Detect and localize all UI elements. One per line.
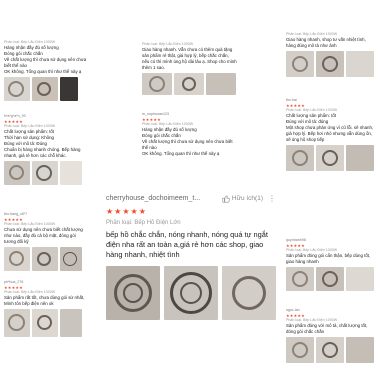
- review-photo[interactable]: [60, 309, 82, 337]
- review-images: [286, 51, 376, 77]
- review-text: Hàng nhận đầy đủ số lượng Đóng gói chắc …: [142, 127, 233, 156]
- helpful-count: Hữu ích(1): [231, 195, 263, 202]
- review-card: Phân loại: Bếp Lẩu Điện 1000W Giao hàng …: [282, 30, 380, 79]
- review-photo[interactable]: [106, 266, 160, 320]
- review-card: m_nuphuoan123 ★★★★★ Phân loại: Bếp Lẩu Đ…: [138, 110, 241, 159]
- review-photo[interactable]: [142, 73, 172, 95]
- review-photo[interactable]: [60, 77, 78, 101]
- review-card: thu.hang_v8*7 ★★★★★ Phân loại: Bếp Lẩu Đ…: [0, 210, 92, 273]
- review-photo[interactable]: [60, 247, 82, 271]
- helpful-button[interactable]: Hữu ích(1) ⋮: [222, 194, 276, 203]
- review-text: Giao hàng nhanh. Vẫn chưa có thêm quà tặ…: [142, 47, 237, 70]
- review-images: [4, 309, 88, 337]
- review-images: [4, 247, 88, 271]
- review-text: bếp hồ chắc chắn, nóng nhanh, nóng quá t…: [106, 230, 268, 259]
- review-images: [286, 337, 376, 363]
- review-photo[interactable]: [286, 51, 314, 77]
- review-card: Phân loại: Bếp Lẩu Điện 1000W Giao hàng …: [138, 40, 241, 97]
- featured-review-card: cherryhouse_dochoimeem_t... Hữu ích(1) ⋮…: [100, 190, 282, 380]
- review-photo[interactable]: [4, 247, 30, 271]
- review-photo[interactable]: [174, 73, 204, 95]
- review-photo[interactable]: [346, 337, 374, 363]
- review-text: Sản phẩm đóng gói cẩn thận, bếp dùng tốt…: [286, 253, 371, 264]
- reviewer-name: cherryhouse_dochoimeem_t...: [106, 195, 201, 202]
- review-images: [142, 73, 237, 95]
- review-photo[interactable]: [316, 337, 344, 363]
- review-text: Hàng nhận đầy đủ số lượng Đóng gói chắc …: [4, 45, 87, 74]
- review-images: [286, 267, 376, 291]
- review-text: Chất lượng sản phẩm: tốt Thời hạn sử dụn…: [4, 129, 81, 158]
- review-photo[interactable]: [346, 267, 374, 291]
- review-photo[interactable]: [164, 266, 218, 320]
- review-photo[interactable]: [286, 145, 314, 171]
- review-column-3: Phân loại: Bếp Lẩu Điện 1000W Giao hàng …: [282, 0, 380, 380]
- review-photo[interactable]: [222, 266, 276, 320]
- review-text: Sản phẩm rất tốt, chưa dùng gói sử nhất,…: [4, 295, 85, 306]
- review-card: h*a*g*a*n_93 ★★★★★ Phân loại: Bếp Lẩu Đi…: [0, 112, 92, 187]
- review-photo[interactable]: [32, 247, 58, 271]
- review-photo[interactable]: [346, 145, 374, 171]
- review-photo[interactable]: [4, 77, 30, 101]
- review-text: Giao hàng nhanh, shop tư vấn nhiệt tình,…: [286, 37, 366, 48]
- review-photo[interactable]: [206, 73, 236, 95]
- review-photo[interactable]: [32, 77, 58, 101]
- review-photo[interactable]: [4, 309, 30, 337]
- review-photo[interactable]: [60, 161, 82, 185]
- review-card: quynhanh98 ★★★★★ Phân loại: Bếp Lẩu Điện…: [282, 236, 380, 293]
- review-images: [106, 266, 276, 320]
- review-column-1-lower: thu.hang_v8*7 ★★★★★ Phân loại: Bếp Lẩu Đ…: [0, 210, 92, 380]
- more-options-icon[interactable]: ⋮: [268, 194, 276, 203]
- review-card: tho.hai ★★★★★ Phân loại: Bếp Lẩu Điện 10…: [282, 96, 380, 173]
- review-header: cherryhouse_dochoimeem_t... Hữu ích(1) ⋮: [106, 194, 276, 203]
- thumbs-up-icon: [222, 195, 230, 202]
- review-images: [4, 77, 88, 101]
- review-card: ph*hua_276 ★★★★★ Phân loại: Bếp Lẩu Điện…: [0, 278, 92, 339]
- review-text: Chất lượng sản phẩm: tốt Đúng với mô tả:…: [286, 113, 374, 142]
- review-card: Phân loại: Bếp Lẩu Điện 1000W Hàng nhận …: [0, 38, 92, 103]
- review-photo[interactable]: [316, 145, 344, 171]
- review-photo[interactable]: [4, 161, 30, 185]
- review-images: [286, 145, 376, 171]
- review-photo[interactable]: [32, 309, 58, 337]
- review-text: Sản phẩm đúng với mô tả, chất lượng tốt,…: [286, 323, 368, 334]
- review-category: Phân loại: Bếp Hỏ Điện Lớn: [106, 220, 181, 226]
- review-text: Chưa sử dụng nên chưa biết chất lượng nh…: [4, 227, 83, 244]
- review-photo[interactable]: [32, 161, 58, 185]
- review-photo[interactable]: [316, 267, 344, 291]
- review-card: ngoc.lan ★★★★★ Phân loại: Bếp Lẩu Điện 1…: [282, 306, 380, 365]
- review-images: [4, 161, 88, 185]
- rating-stars: ★★★★★: [106, 207, 147, 216]
- review-column-2: Phân loại: Bếp Lẩu Điện 1000W Giao hàng …: [138, 0, 241, 160]
- review-photo[interactable]: [346, 51, 374, 77]
- review-photo[interactable]: [286, 267, 314, 291]
- review-photo[interactable]: [316, 51, 344, 77]
- review-photo[interactable]: [286, 337, 314, 363]
